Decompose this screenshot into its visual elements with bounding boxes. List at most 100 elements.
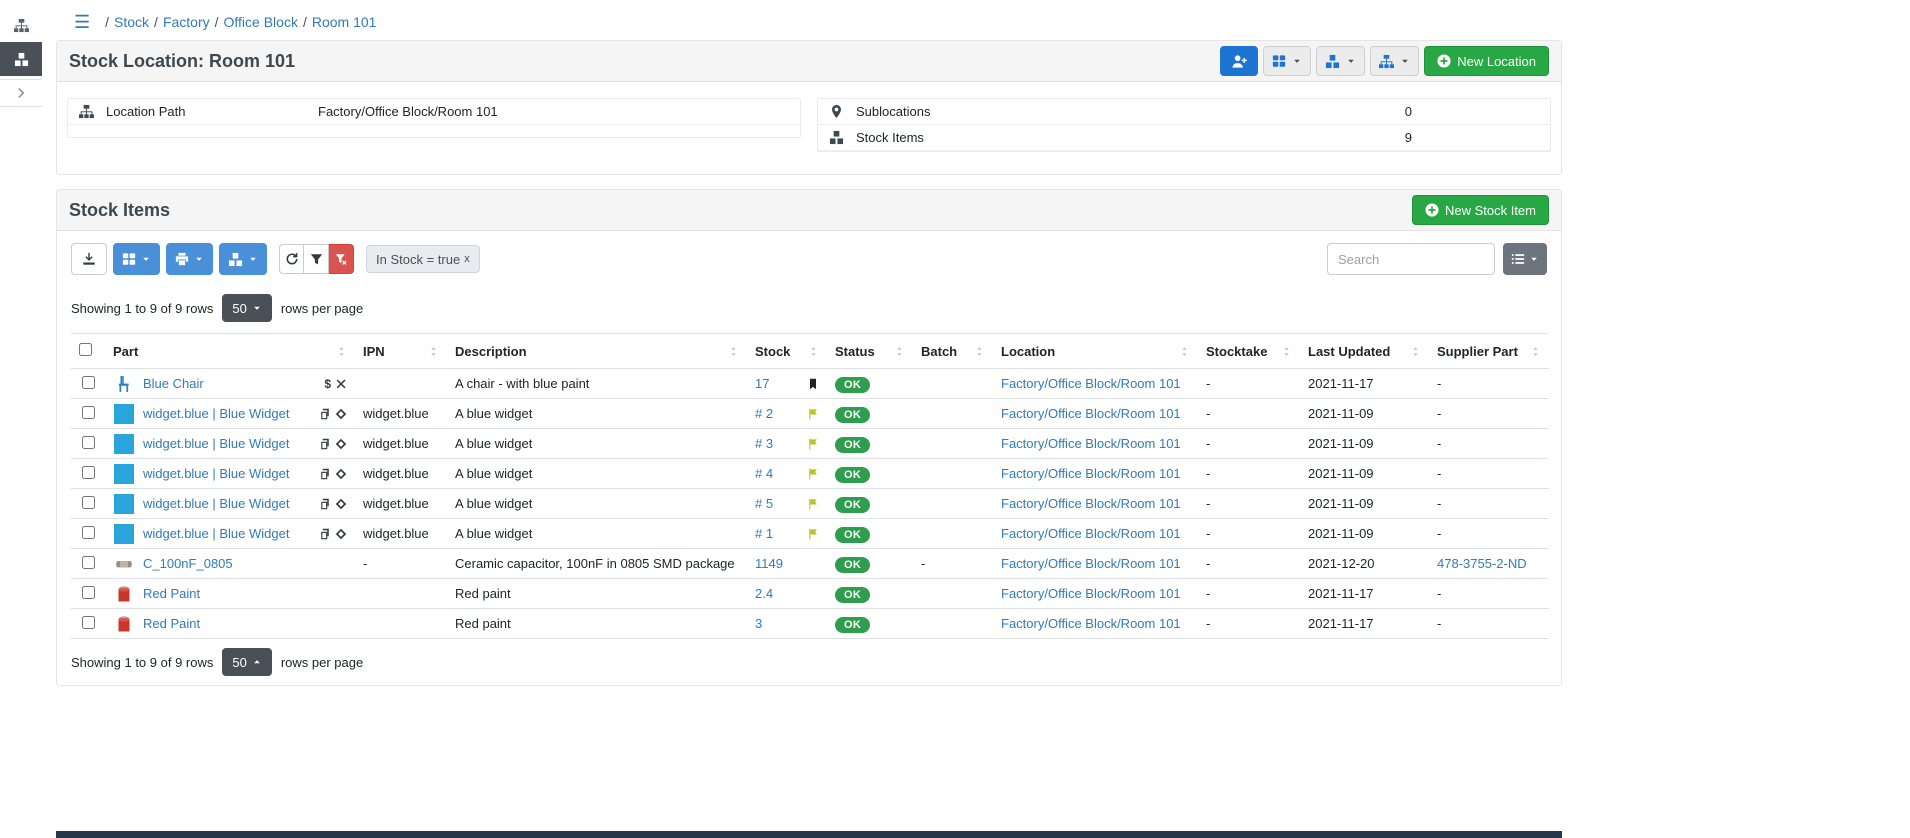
supplier-part-link[interactable]: 478-3755-2-ND [1437,556,1527,571]
row-select-cell[interactable] [71,489,105,519]
row-select-cell[interactable] [71,519,105,549]
barcode-actions-dropdown[interactable] [1263,46,1311,76]
part-link[interactable]: Red Paint [143,586,200,601]
column-header-supplier-part[interactable]: Supplier Part [1429,334,1549,369]
menu-icon[interactable]: ☰ [74,12,90,33]
row-checkbox[interactable] [82,466,95,479]
sort-icon[interactable] [728,346,739,357]
add-filter-button[interactable] [304,244,329,274]
breadcrumb-link-room-101[interactable]: Room 101 [312,14,377,30]
new-location-button[interactable]: New Location [1424,46,1549,76]
clear-filters-button[interactable] [329,244,354,274]
location-link[interactable]: Factory/Office Block/Room 101 [1001,526,1181,541]
last-updated-cell: 2021-11-09 [1300,519,1429,549]
download-button[interactable] [71,243,107,275]
remove-filter-icon[interactable]: x [464,253,470,265]
select-all-checkbox[interactable] [79,343,92,356]
stock-link[interactable]: 2.4 [755,586,773,601]
location-link[interactable]: Factory/Office Block/Room 101 [1001,496,1181,511]
location-link[interactable]: Factory/Office Block/Room 101 [1001,376,1181,391]
new-stock-item-button[interactable]: New Stock Item [1412,195,1549,225]
stock-options-dropdown[interactable] [219,243,267,275]
view-options-dropdown[interactable] [1503,243,1547,275]
stock-link[interactable]: 17 [755,376,769,391]
sort-icon[interactable] [974,346,985,357]
part-link[interactable]: widget.blue | Blue Widget [143,466,289,481]
sort-icon[interactable] [808,346,819,357]
column-header-batch[interactable]: Batch [913,334,993,369]
page-size-dropdown[interactable]: 50 [222,648,271,676]
part-link[interactable]: Red Paint [143,616,200,631]
select-all-header-cell[interactable] [71,334,105,369]
row-checkbox[interactable] [82,526,95,539]
column-header-status[interactable]: Status [827,334,913,369]
row-checkbox[interactable] [82,556,95,569]
row-checkbox[interactable] [82,586,95,599]
part-link[interactable]: Blue Chair [143,376,204,391]
row-select-cell[interactable] [71,429,105,459]
stock-link[interactable]: 1149 [755,556,783,571]
stock-link[interactable]: # 2 [755,406,773,421]
row-checkbox[interactable] [82,496,95,509]
location-link[interactable]: Factory/Office Block/Room 101 [1001,406,1181,421]
sidebar-item-location-tree[interactable] [0,8,42,42]
row-select-cell[interactable] [71,399,105,429]
supplier-part-cell: - [1429,429,1549,459]
row-select-cell[interactable] [71,609,105,639]
location-stats-table: Sublocations0Stock Items9 [817,98,1551,152]
stock-link[interactable]: # 3 [755,436,773,451]
column-header-part[interactable]: Part [105,334,355,369]
sort-icon[interactable] [1281,346,1292,357]
part-link[interactable]: C_100nF_0805 [143,556,233,571]
row-select-cell[interactable] [71,459,105,489]
location-link[interactable]: Factory/Office Block/Room 101 [1001,616,1181,631]
sort-icon[interactable] [428,346,439,357]
page-size-dropdown[interactable]: 50 [222,294,271,322]
search-input[interactable] [1327,243,1495,275]
breadcrumb-link-office-block[interactable]: Office Block [224,14,298,30]
stock-link[interactable]: # 1 [755,526,773,541]
row-select-cell[interactable] [71,549,105,579]
column-select-dropdown[interactable] [113,243,160,275]
sort-icon[interactable] [1179,346,1190,357]
column-header-description[interactable]: Description [447,334,747,369]
location-link[interactable]: Factory/Office Block/Room 101 [1001,466,1181,481]
column-header-ipn[interactable]: IPN [355,334,447,369]
location-link[interactable]: Factory/Office Block/Room 101 [1001,436,1181,451]
sort-icon[interactable] [1410,346,1421,357]
location-link[interactable]: Factory/Office Block/Room 101 [1001,556,1181,571]
status-badge: OK [835,467,870,483]
row-checkbox[interactable] [82,376,95,389]
stock-link[interactable]: # 4 [755,466,773,481]
column-header-stocktake[interactable]: Stocktake [1198,334,1300,369]
part-link[interactable]: widget.blue | Blue Widget [143,436,289,451]
location-options-dropdown[interactable] [1370,46,1419,76]
column-header-stock[interactable]: Stock [747,334,827,369]
assigned-user-button[interactable] [1220,46,1258,76]
sidebar-item-stock[interactable] [0,42,42,76]
stock-link[interactable]: # 5 [755,496,773,511]
row-checkbox[interactable] [82,616,95,629]
sort-icon[interactable] [894,346,905,357]
stock-actions-dropdown[interactable] [1316,46,1365,76]
breadcrumb-link-stock[interactable]: Stock [114,14,149,30]
print-actions-dropdown[interactable] [166,243,213,275]
breadcrumb-link-factory[interactable]: Factory [163,14,210,30]
column-header-location[interactable]: Location [993,334,1198,369]
row-select-cell[interactable] [71,579,105,609]
row-select-cell[interactable] [71,369,105,399]
refresh-button[interactable] [279,244,304,274]
part-link[interactable]: widget.blue | Blue Widget [143,526,289,541]
sort-icon[interactable] [336,346,347,357]
part-link[interactable]: widget.blue | Blue Widget [143,406,289,421]
column-header-last-updated[interactable]: Last Updated [1300,334,1429,369]
sidebar-expand-button[interactable] [0,79,42,107]
stock-link[interactable]: 3 [755,616,762,631]
filter-chip[interactable]: In Stock = true x [366,245,480,273]
row-checkbox[interactable] [82,436,95,449]
part-link[interactable]: widget.blue | Blue Widget [143,496,289,511]
location-link[interactable]: Factory/Office Block/Room 101 [1001,586,1181,601]
list-icon [1511,252,1525,266]
sort-icon[interactable] [1530,346,1541,357]
row-checkbox[interactable] [82,406,95,419]
